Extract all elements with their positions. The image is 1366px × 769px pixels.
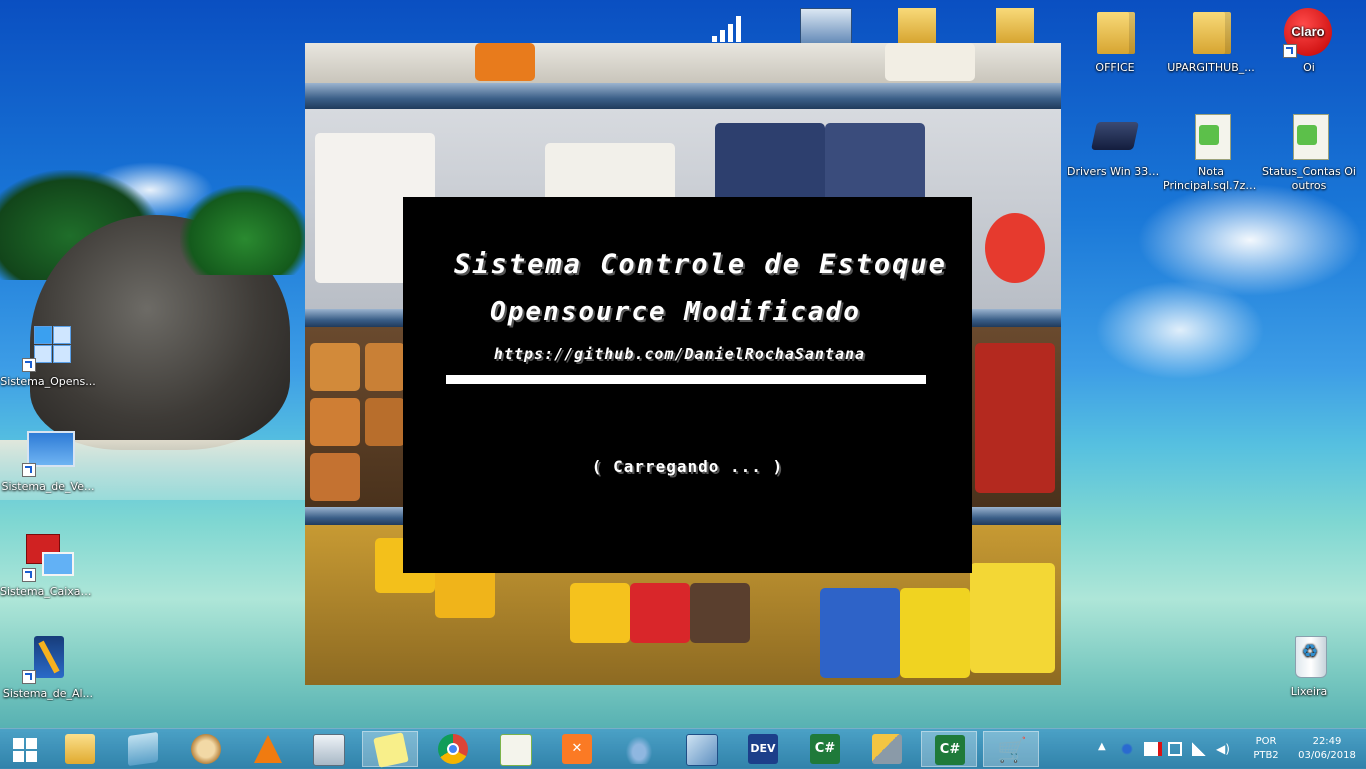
taskbar: ✕ DEV C# C# 🛒 ▲ ◀) POR PTB2 22:49 03/06/… bbox=[0, 728, 1366, 769]
windows-logo-pane bbox=[26, 738, 37, 749]
taskbar-virtualbox[interactable] bbox=[673, 731, 729, 767]
taskbar-tools[interactable] bbox=[859, 731, 915, 767]
desktop-icon-nota-principal[interactable]: Nota Principal.sql.7z.... bbox=[1163, 112, 1259, 193]
input-language[interactable]: POR PTB2 bbox=[1246, 735, 1286, 763]
taskbar-stock-app[interactable]: 🛒 bbox=[983, 731, 1039, 767]
window-shortcut-icon[interactable] bbox=[800, 8, 852, 46]
csharp-icon: C# bbox=[810, 734, 840, 764]
desktop-icon-drivers[interactable]: Drivers Win 330m bbox=[1067, 112, 1163, 179]
folder-partial-icon[interactable] bbox=[898, 8, 936, 43]
clock[interactable]: 22:49 03/06/2018 bbox=[1292, 735, 1362, 763]
taskbar-paint[interactable] bbox=[178, 731, 234, 767]
desktop-icon-label: Sistema_Opens... bbox=[0, 375, 96, 388]
taskbar-store[interactable] bbox=[115, 731, 171, 767]
wifi-signal-icon[interactable] bbox=[1192, 742, 1206, 756]
shopping-cart-icon: 🛒 bbox=[997, 736, 1027, 764]
desktop-icon-label: OFFICE bbox=[1095, 61, 1135, 74]
wallpaper-palm-2 bbox=[180, 185, 310, 275]
xampp-icon: ✕ bbox=[562, 734, 592, 764]
desktop-icon-label: Sistema_de_Al... bbox=[2, 687, 94, 700]
dev-cpp-icon: DEV bbox=[748, 734, 778, 764]
taskbar-chrome[interactable] bbox=[425, 731, 481, 767]
taskbar-sticky-notes[interactable] bbox=[362, 731, 418, 768]
taskbar-vlc[interactable] bbox=[240, 731, 296, 767]
paint-icon bbox=[191, 734, 221, 764]
shortcut-arrow-icon bbox=[22, 670, 36, 684]
monitor-icon bbox=[27, 431, 75, 467]
desktop-icon-sistema-opensource[interactable]: Sistema_Opens... bbox=[0, 322, 96, 389]
volume-icon[interactable]: ◀) bbox=[1216, 742, 1230, 756]
folder-icon bbox=[1193, 8, 1231, 54]
flag-alert-icon[interactable] bbox=[1144, 742, 1162, 756]
desktop-icon-office[interactable]: OFFICE bbox=[1067, 8, 1163, 75]
desktop-icon-label: Sistema_Caixa_... bbox=[0, 585, 96, 598]
app-book-icon bbox=[34, 636, 64, 678]
mysql-dolphin-icon bbox=[624, 734, 654, 764]
virtualbox-icon bbox=[686, 734, 718, 766]
taskbar-mysql[interactable] bbox=[611, 731, 667, 767]
shortcut-arrow-icon bbox=[22, 568, 36, 582]
notepad-file-icon bbox=[1195, 114, 1231, 160]
desktop-icon-sistema-aluguel[interactable]: Sistema_de_Al... bbox=[0, 634, 96, 701]
folder-icon bbox=[1097, 8, 1135, 54]
drive-icon bbox=[1091, 122, 1139, 150]
shortcut-arrow-icon bbox=[1283, 44, 1297, 58]
vlc-icon bbox=[254, 735, 282, 763]
windows-logo-pane bbox=[13, 751, 24, 762]
desktop-icon-label: UPARGITHUB_... bbox=[1167, 61, 1255, 74]
desktop-icon-label: Sistema_de_Ve... bbox=[1, 480, 95, 493]
splash-url: https://github.com/DanielRochaSantana bbox=[493, 345, 866, 363]
notepad-plus-plus-icon bbox=[500, 734, 532, 766]
notepad-file-icon bbox=[1293, 114, 1329, 160]
taskbar-dev-cpp[interactable]: DEV bbox=[735, 731, 791, 767]
shortcut-arrow-icon bbox=[22, 463, 36, 477]
calculator-icon bbox=[313, 734, 345, 766]
chrome-icon bbox=[438, 734, 468, 764]
taskbar-csharp-active[interactable]: C# bbox=[921, 731, 977, 767]
folder-partial-icon-2[interactable] bbox=[996, 8, 1034, 43]
desktop-icon-label: Drivers Win 330m bbox=[1067, 165, 1163, 178]
csharp-active-icon: C# bbox=[935, 735, 965, 765]
taskbar-calculator[interactable] bbox=[300, 731, 356, 767]
recycle-bin-icon bbox=[1295, 636, 1327, 678]
windows-logo-pane bbox=[26, 751, 37, 762]
signal-icon[interactable] bbox=[708, 14, 748, 42]
desktop-icon-status-contas[interactable]: Status_Contas Oi outros bbox=[1261, 112, 1357, 193]
app-tiles-icon bbox=[34, 326, 71, 363]
taskbar-notepad-plus-plus[interactable] bbox=[487, 731, 543, 767]
splash-title-line2: Opensource Modificado bbox=[490, 297, 861, 327]
splash-progress-bar bbox=[446, 375, 926, 384]
language-code: POR bbox=[1255, 736, 1277, 747]
show-hidden-icons-icon[interactable]: ▲ bbox=[1098, 741, 1108, 752]
start-button[interactable] bbox=[0, 729, 50, 769]
desktop-icon-oi[interactable]: Claro Oi bbox=[1261, 8, 1357, 75]
desktop-icon-label: Lixeira bbox=[1290, 685, 1328, 698]
taskbar-file-explorer[interactable] bbox=[52, 731, 108, 767]
keyboard-layout: PTB2 bbox=[1253, 750, 1279, 761]
taskbar-csharp[interactable]: C# bbox=[797, 731, 853, 767]
splash-loading-text: ( Carregando ... ) bbox=[591, 457, 784, 476]
screen-icon bbox=[42, 552, 74, 576]
windows-logo-icon bbox=[13, 738, 24, 749]
tools-icon bbox=[872, 734, 902, 764]
shortcut-arrow-icon bbox=[22, 358, 36, 372]
network-app-icon[interactable] bbox=[1120, 742, 1134, 756]
clock-time: 22:49 bbox=[1312, 736, 1342, 747]
taskbar-xampp[interactable]: ✕ bbox=[549, 731, 605, 767]
desktop-icon-label: Status_Contas Oi outros bbox=[1262, 165, 1356, 192]
file-explorer-icon bbox=[65, 734, 95, 764]
splash-title-line1: Sistema Controle de Estoque bbox=[454, 249, 947, 280]
desktop-icon-recycle-bin[interactable]: Lixeira bbox=[1261, 632, 1357, 699]
sticky-notes-icon bbox=[373, 732, 409, 768]
splash-window: Sistema Controle de Estoque Opensource M… bbox=[403, 197, 972, 573]
clock-date: 03/06/2018 bbox=[1298, 750, 1356, 761]
desktop-icon-sistema-vendas[interactable]: Sistema_de_Ve... bbox=[0, 427, 96, 494]
desktop-icon-upargithub[interactable]: UPARGITHUB_... bbox=[1163, 8, 1259, 75]
desktop-icon-label: Nota Principal.sql.7z.... bbox=[1163, 165, 1259, 192]
desktop-icon-sistema-caixa[interactable]: Sistema_Caixa_... bbox=[0, 532, 96, 599]
windows-store-icon bbox=[128, 731, 158, 767]
desktop-icon-label: Oi bbox=[1303, 61, 1315, 74]
power-icon[interactable] bbox=[1168, 742, 1182, 756]
